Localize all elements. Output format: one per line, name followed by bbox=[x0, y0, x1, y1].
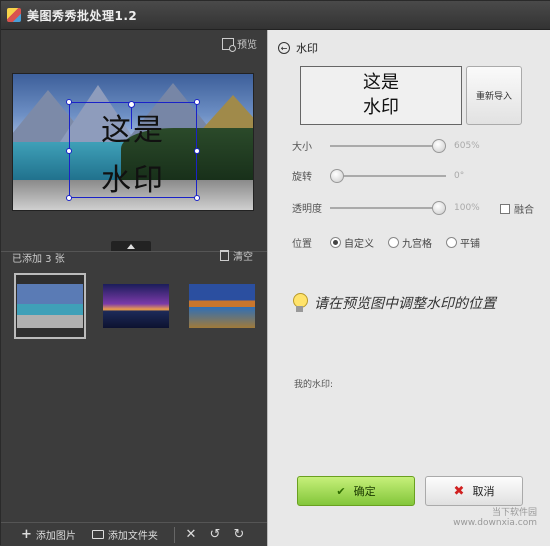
cancel-button[interactable]: ✖ 取消 bbox=[425, 476, 523, 506]
checkbox-box[interactable] bbox=[500, 203, 510, 214]
opacity-value: 100% bbox=[454, 202, 480, 213]
watermark-text-line1: 这是 bbox=[101, 113, 165, 148]
rotate-label: 旋转 bbox=[292, 172, 312, 183]
clear-label: 清空 bbox=[233, 252, 253, 263]
x-icon: ✖ bbox=[453, 483, 465, 499]
preview-label: 预览 bbox=[237, 40, 257, 51]
left-toolbar: + 添加图片 添加文件夹 ✕ ↺ ↻ bbox=[1, 522, 267, 546]
watermark-preview-line1: 这是 bbox=[363, 72, 399, 93]
size-slider[interactable] bbox=[330, 138, 446, 153]
clear-button[interactable]: 清空 bbox=[220, 248, 253, 263]
position-grid-radio[interactable]: 九宫格 bbox=[388, 235, 432, 250]
preview-icon bbox=[222, 37, 236, 52]
slider-knob[interactable] bbox=[432, 138, 446, 153]
opacity-row: 透明度 100% bbox=[292, 200, 480, 215]
rotate-right-icon[interactable]: ↻ bbox=[231, 527, 247, 542]
thumbnail-item[interactable] bbox=[14, 273, 86, 339]
position-row: 位置 自定义 九宫格 平铺 bbox=[292, 235, 494, 250]
opacity-label: 透明度 bbox=[292, 204, 322, 215]
thumbnail-image bbox=[103, 284, 169, 328]
check-icon: ✔ bbox=[336, 484, 346, 498]
added-count: 已添加 3 张 bbox=[12, 254, 65, 265]
size-row: 大小 605% bbox=[292, 138, 480, 153]
add-image-button[interactable]: + 添加图片 bbox=[21, 527, 76, 542]
rotate-slider[interactable] bbox=[330, 168, 446, 183]
size-value: 605% bbox=[454, 140, 480, 151]
left-panel: 预览 这是 水印 已添加 3 张 清空 + 添加图片 添加文件夹 ✕ ↺ ↻ bbox=[1, 30, 267, 546]
rotate-row: 旋转 0° bbox=[292, 168, 464, 183]
position-custom-radio[interactable]: 自定义 bbox=[330, 235, 374, 250]
ok-button[interactable]: ✔ 确定 bbox=[297, 476, 415, 506]
collapse-toggle[interactable] bbox=[111, 241, 151, 251]
preview-button[interactable]: 预览 bbox=[222, 36, 257, 52]
section-title: 水印 bbox=[296, 42, 318, 55]
position-tile-radio[interactable]: 平铺 bbox=[446, 235, 480, 250]
thumbnail-image bbox=[189, 284, 255, 328]
ok-label: 确定 bbox=[353, 485, 376, 498]
watermark-text-line2: 水印 bbox=[101, 163, 165, 198]
thumbnail-item[interactable] bbox=[100, 273, 172, 339]
plus-icon: + bbox=[21, 527, 32, 542]
title-bar: 美图秀秀批处理1.2 bbox=[1, 1, 550, 30]
add-folder-button[interactable]: 添加文件夹 bbox=[91, 527, 158, 542]
watermark-preview: 这是 水印 bbox=[300, 66, 462, 125]
my-watermark-label: 我的水印: bbox=[294, 380, 334, 390]
rotate-left-icon[interactable]: ↺ bbox=[207, 527, 223, 542]
opacity-slider[interactable] bbox=[330, 200, 446, 215]
watermark-selection[interactable]: 这是 水印 bbox=[66, 99, 200, 201]
lightbulb-icon bbox=[292, 292, 308, 314]
thumbnail-image bbox=[17, 284, 83, 328]
right-panel: ← 水印 这是 水印 重新导入 大小 605% 旋转 0° 透明度 100% 融… bbox=[267, 30, 550, 546]
thumbnail-item[interactable] bbox=[186, 273, 258, 339]
back-button[interactable]: ← 水印 bbox=[278, 40, 318, 56]
close-icon[interactable]: ✕ bbox=[183, 527, 199, 542]
watermark-preview-line2: 水印 bbox=[363, 97, 399, 118]
position-label: 位置 bbox=[292, 239, 312, 250]
slider-knob[interactable] bbox=[330, 168, 344, 183]
cancel-label: 取消 bbox=[472, 485, 495, 498]
add-folder-label: 添加文件夹 bbox=[107, 531, 158, 542]
folder-icon bbox=[91, 530, 104, 539]
back-arrow-icon: ← bbox=[278, 42, 290, 54]
slider-knob[interactable] bbox=[432, 200, 446, 215]
app-window: 美图秀秀批处理1.2 预览 这是 水印 已添加 3 张 清空 + 添加图片 添加… bbox=[0, 0, 550, 546]
hint-text: 请在预览图中调整水印的位置 bbox=[314, 296, 496, 312]
size-label: 大小 bbox=[292, 142, 312, 153]
site-watermark: 当下软件园 www.downxia.com bbox=[453, 508, 537, 528]
app-icon bbox=[7, 8, 21, 22]
blend-checkbox[interactable]: 融合 bbox=[500, 201, 534, 216]
add-image-label: 添加图片 bbox=[35, 531, 76, 542]
image-preview[interactable]: 这是 水印 bbox=[12, 73, 254, 211]
rotate-value: 0° bbox=[454, 170, 465, 181]
trash-icon bbox=[220, 250, 229, 261]
window-title: 美图秀秀批处理1.2 bbox=[27, 8, 138, 23]
reimport-button[interactable]: 重新导入 bbox=[466, 66, 522, 125]
thumbnail-list bbox=[14, 273, 258, 339]
blend-label: 融合 bbox=[514, 205, 534, 216]
hint: 请在预览图中调整水印的位置 bbox=[292, 292, 496, 314]
